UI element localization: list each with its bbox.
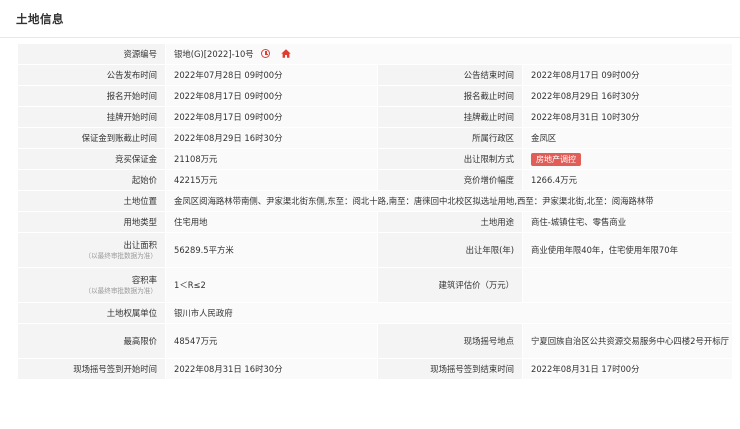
location-label: 土地位置: [17, 190, 166, 212]
location-value: 金凤区阅海路林带南侧、尹家渠北街东侧,东至：阅北十路,南至：唐徕回中北校区拟选址…: [164, 190, 734, 212]
table-row: 起始价 42215万元 竞价增价幅度 1266.4万元: [17, 169, 734, 191]
deposit-deadline-value: 2022年08月29日 16时30分: [165, 127, 378, 149]
building-price-value: [521, 267, 734, 303]
term-value: 商业使用年限40年，住宅使用年限70年: [521, 232, 734, 268]
land-use-value: 商住-城镇住宅、零售商业: [521, 211, 734, 233]
table-row: 资源编号 银地(G)[2022]-10号: [17, 43, 734, 65]
plot-ratio-label: 容积率: [131, 275, 157, 285]
notice-end-label: 公告结束时间: [377, 64, 523, 86]
land-type-label: 用地类型: [17, 211, 166, 233]
deposit-deadline-label: 保证金到账截止时间: [17, 127, 166, 149]
resource-no-label: 资源编号: [17, 43, 166, 65]
owner-label: 土地权属单位: [17, 302, 166, 324]
lottery-signin-start-label: 现场摇号签到开始时间: [17, 358, 166, 380]
signup-start-label: 报名开始时间: [17, 85, 166, 107]
table-row: 公告发布时间 2022年07月28日 09时00分 公告结束时间 2022年08…: [17, 64, 734, 86]
lottery-signin-end-label: 现场摇号签到结束时间: [377, 358, 523, 380]
lottery-signin-end-value: 2022年08月31日 17时00分: [521, 358, 734, 380]
plot-ratio-sublabel: （以最终审批数据为准）: [84, 287, 157, 295]
area-label-cell: 出让面积 （以最终审批数据为准）: [17, 232, 166, 268]
table-row: 最高限价 48547万元 现场摇号地点 宁夏回族自治区公共资源交易服务中心四楼2…: [17, 323, 734, 359]
start-price-value: 42215万元: [165, 169, 378, 191]
bid-increment-value: 1266.4万元: [521, 169, 734, 191]
max-price-value: 48547万元: [165, 323, 378, 359]
lottery-signin-start-value: 2022年08月31日 16时30分: [165, 358, 378, 380]
term-label: 出让年限(年): [377, 232, 523, 268]
notice-start-label: 公告发布时间: [17, 64, 166, 86]
district-value: 金凤区: [521, 127, 734, 149]
clock-icon[interactable]: [261, 49, 271, 58]
listing-end-value: 2022年08月31日 10时30分: [521, 106, 734, 128]
area-value: 56289.5平方米: [165, 232, 378, 268]
resource-no-cell: 银地(G)[2022]-10号: [164, 43, 734, 65]
table-row: 出让面积 （以最终审批数据为准） 56289.5平方米 出让年限(年) 商业使用…: [17, 232, 734, 268]
district-label: 所属行政区: [377, 127, 523, 149]
building-price-label: 建筑评估价（万元）: [377, 267, 523, 303]
table-row: 现场摇号签到开始时间 2022年08月31日 16时30分 现场摇号签到结束时间…: [17, 358, 734, 380]
owner-value: 银川市人民政府: [164, 302, 734, 324]
listing-start-value: 2022年08月17日 09时00分: [165, 106, 378, 128]
land-type-value: 住宅用地: [165, 211, 378, 233]
lottery-place-value: 宁夏回族自治区公共资源交易服务中心四楼2号开标厅: [521, 323, 734, 359]
signup-start-value: 2022年08月17日 09时00分: [165, 85, 378, 107]
transfer-restriction-badge: 房地产调控: [531, 152, 581, 166]
land-use-label: 土地用途: [377, 211, 523, 233]
notice-end-value: 2022年08月17日 09时00分: [521, 64, 734, 86]
signup-end-label: 报名截止时间: [377, 85, 523, 107]
area-sublabel: （以最终审批数据为准）: [84, 252, 157, 260]
title-divider: [0, 37, 740, 38]
notice-start-value: 2022年07月28日 09时00分: [165, 64, 378, 86]
resource-no-value: 银地(G)[2022]-10号: [174, 49, 254, 59]
signup-end-value: 2022年08月29日 16时30分: [521, 85, 734, 107]
table-row: 挂牌开始时间 2022年08月17日 09时00分 挂牌截止时间 2022年08…: [17, 106, 734, 128]
plot-ratio-value: 1＜R≤2: [165, 267, 378, 303]
listing-end-label: 挂牌截止时间: [377, 106, 523, 128]
start-price-label: 起始价: [17, 169, 166, 191]
plot-ratio-label-cell: 容积率 （以最终审批数据为准）: [17, 267, 166, 303]
land-info-table: 资源编号 银地(G)[2022]-10号 公告发布时间 2022年07月28日 …: [17, 43, 734, 380]
table-row: 土地权属单位 银川市人民政府: [17, 302, 734, 324]
table-row: 竞买保证金 21108万元 出让限制方式 房地产调控: [17, 148, 734, 170]
lottery-place-label: 现场摇号地点: [377, 323, 523, 359]
home-icon[interactable]: [281, 49, 291, 58]
deposit-label: 竞买保证金: [17, 148, 166, 170]
table-row: 容积率 （以最终审批数据为准） 1＜R≤2 建筑评估价（万元）: [17, 267, 734, 303]
table-row: 保证金到账截止时间 2022年08月29日 16时30分 所属行政区 金凤区: [17, 127, 734, 149]
transfer-restriction-label: 出让限制方式: [377, 148, 523, 170]
table-row: 报名开始时间 2022年08月17日 09时00分 报名截止时间 2022年08…: [17, 85, 734, 107]
page-title: 土地信息: [16, 12, 64, 26]
deposit-value: 21108万元: [165, 148, 378, 170]
listing-start-label: 挂牌开始时间: [17, 106, 166, 128]
transfer-restriction-cell: 房地产调控: [521, 148, 734, 170]
max-price-label: 最高限价: [17, 323, 166, 359]
table-row: 用地类型 住宅用地 土地用途 商住-城镇住宅、零售商业: [17, 211, 734, 233]
area-label: 出让面积: [123, 240, 158, 250]
bid-increment-label: 竞价增价幅度: [377, 169, 523, 191]
table-row: 土地位置 金凤区阅海路林带南侧、尹家渠北街东侧,东至：阅北十路,南至：唐徕回中北…: [17, 190, 734, 212]
